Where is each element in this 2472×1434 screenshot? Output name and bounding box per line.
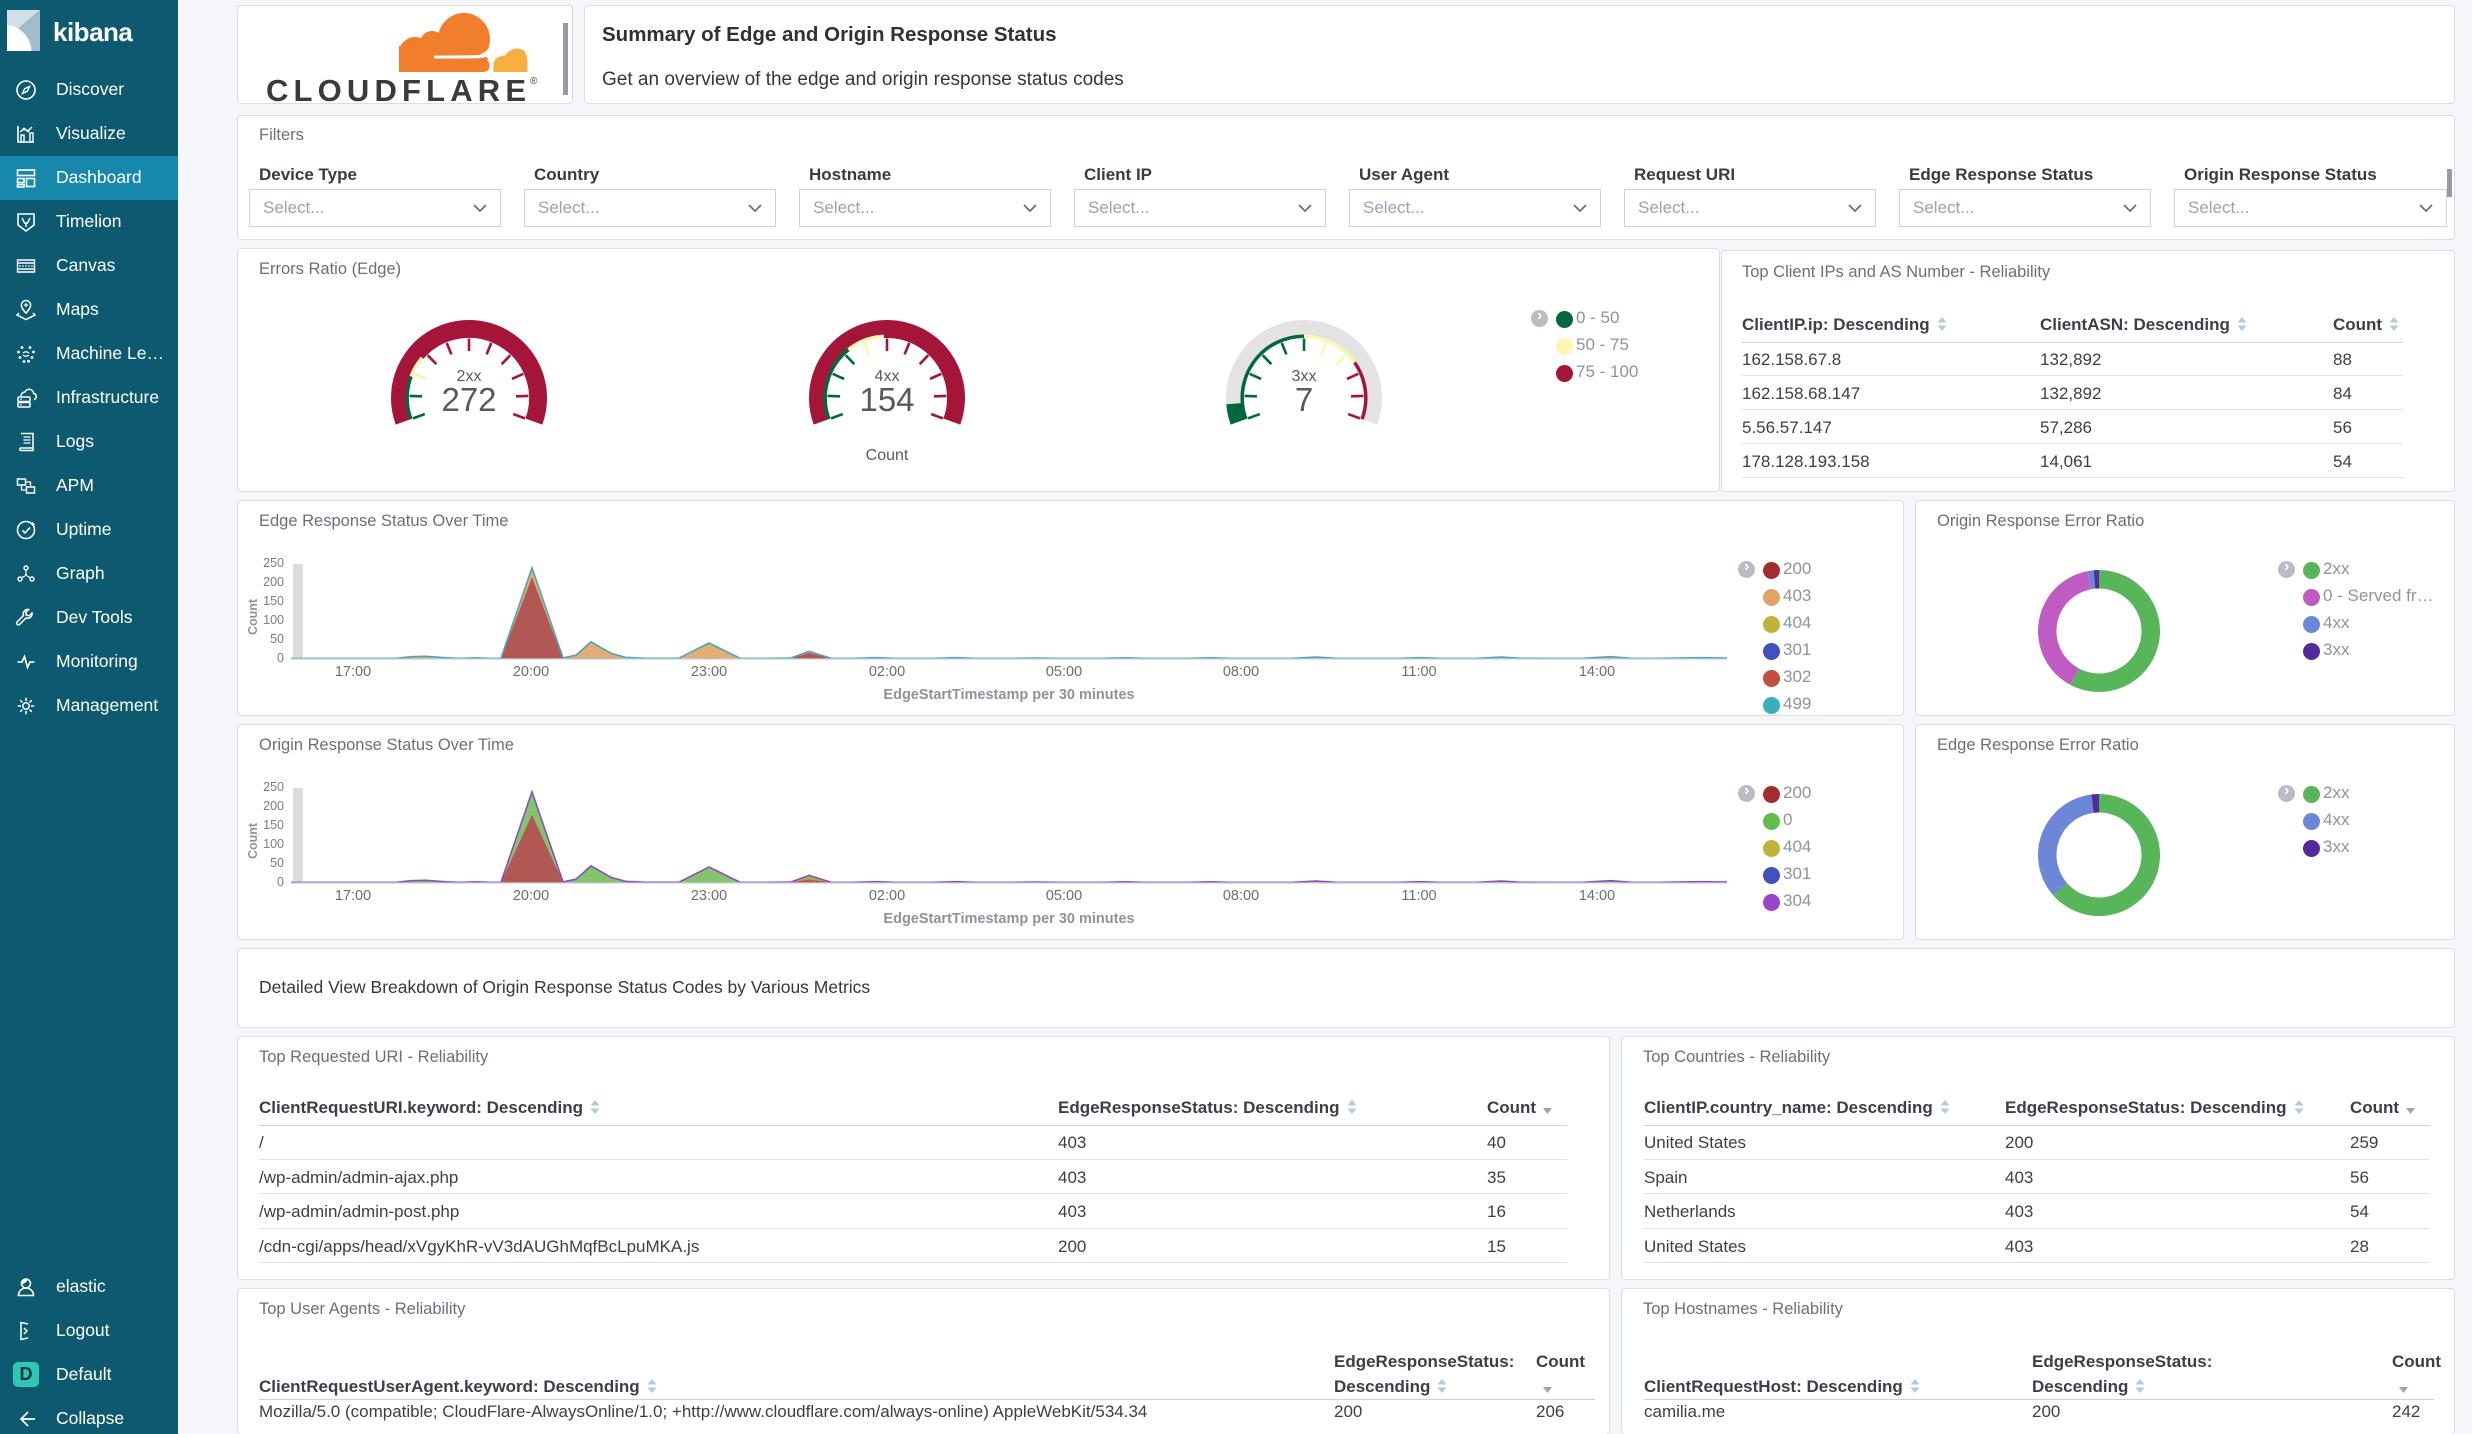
svg-text:®: ® — [530, 76, 538, 87]
svg-text:CLOUDFLARE: CLOUDFLARE — [266, 73, 528, 104]
svg-text:154: 154 — [859, 381, 914, 418]
svg-text:272: 272 — [441, 381, 496, 418]
svg-text:7: 7 — [1295, 381, 1313, 418]
